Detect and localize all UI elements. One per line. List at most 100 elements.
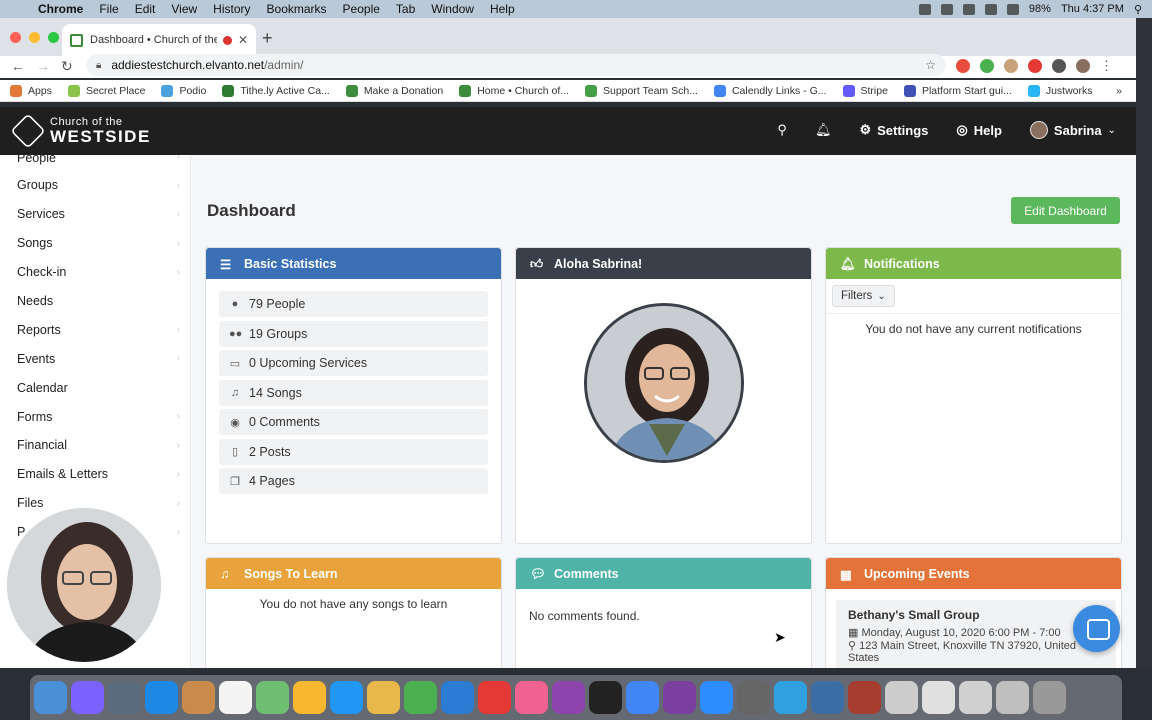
sidebar-item-calendar[interactable]: Calendar (0, 373, 190, 402)
stat-groups[interactable]: ●● 19 Groups (219, 320, 488, 347)
sidebar-item-forms[interactable]: Forms › (0, 402, 190, 431)
dock-app-icon[interactable] (1033, 681, 1066, 714)
dock-app-icon[interactable] (367, 681, 400, 714)
bookmark-justworks[interactable]: Justworks (1027, 84, 1093, 97)
stat-pages[interactable]: ❐ 4 Pages (219, 468, 488, 494)
menu-tab[interactable]: Tab (388, 2, 423, 16)
bookmark-tithely[interactable]: Tithe.ly Active Ca... (222, 84, 330, 97)
minimize-window-button[interactable] (29, 32, 40, 43)
dock-app-icon[interactable] (811, 681, 844, 714)
sidebar-item-songs[interactable]: Songs › (0, 229, 190, 258)
dock-app-icon[interactable] (293, 681, 326, 714)
bookmark-secret-place[interactable]: Secret Place (67, 84, 145, 97)
stat-services[interactable]: ▭ 0 Upcoming Services (219, 350, 488, 376)
sidebar-item-needs[interactable]: Needs (0, 287, 190, 316)
dock-app-icon[interactable] (256, 681, 289, 714)
event-title[interactable]: Bethany's Small Group (848, 608, 1104, 622)
puzzle-icon[interactable] (1052, 59, 1066, 73)
bookmark-star-icon[interactable]: ☆ (925, 58, 936, 72)
dock-app-icon[interactable] (34, 681, 67, 714)
sidebar-item-reports[interactable]: Reports › (0, 315, 190, 344)
filters-dropdown[interactable]: Filters ⌄ (832, 285, 895, 307)
battery-level[interactable]: 98% (1029, 3, 1051, 15)
bookmark-podio[interactable]: Podio (161, 84, 206, 97)
user-menu[interactable]: Sabrina ⌄ (1029, 121, 1116, 139)
dock-app-icon[interactable] (774, 681, 807, 714)
dock-app-icon[interactable] (478, 681, 511, 714)
dock-app-icon[interactable] (663, 681, 696, 714)
stat-songs[interactable]: ♫ 14 Songs (219, 379, 488, 406)
chat-launcher-button[interactable] (1073, 605, 1120, 652)
dock-app-icon[interactable] (700, 681, 733, 714)
sidebar-item-groups[interactable]: Groups › (0, 171, 190, 200)
dock-app-icon[interactable] (71, 681, 104, 714)
dock-app-icon[interactable] (996, 681, 1029, 714)
sidebar-item-emails-letters[interactable]: Emails & Letters › (0, 460, 190, 489)
bell-icon[interactable]: 🔔︎ (815, 122, 832, 138)
dock-app-icon[interactable] (145, 681, 178, 714)
menu-people[interactable]: People (335, 2, 388, 16)
microphone-icon[interactable] (918, 3, 931, 15)
menu-app-name[interactable]: Chrome (30, 2, 91, 16)
spotlight-icon[interactable]: ⚲ (1134, 3, 1142, 16)
sidebar-item-financial[interactable]: Financial › (0, 431, 190, 460)
volume-icon[interactable] (1006, 3, 1019, 15)
sidebar-item-check-in[interactable]: Check-in › (0, 258, 190, 287)
video-icon[interactable] (940, 3, 953, 15)
extension-icon[interactable] (1028, 59, 1042, 73)
dock-app-icon[interactable] (219, 681, 252, 714)
close-window-button[interactable] (10, 32, 21, 43)
profile-avatar[interactable] (1076, 59, 1090, 73)
dock-app-icon[interactable] (182, 681, 215, 714)
sidebar-item-people[interactable]: People › (0, 155, 190, 165)
stat-comments[interactable]: ◉ 0 Comments (219, 409, 488, 435)
help-link[interactable]: ◎ Help (956, 122, 1002, 138)
dock-app-icon[interactable] (404, 681, 437, 714)
reload-icon[interactable]: ↻ (61, 58, 73, 75)
church-logo[interactable]: Church of the WESTSIDE (10, 113, 151, 149)
search-icon[interactable]: ⚲ (777, 122, 787, 138)
dock-app-icon[interactable] (441, 681, 474, 714)
maximize-window-button[interactable] (48, 32, 59, 43)
dock-app-icon[interactable] (552, 681, 585, 714)
menu-file[interactable]: File (91, 2, 126, 16)
bookmark-home-church[interactable]: Home • Church of... (459, 84, 569, 97)
menu-bookmarks[interactable]: Bookmarks (259, 2, 335, 16)
browser-menu-icon[interactable]: ⋮ (1100, 58, 1113, 74)
bookmark-donation[interactable]: Make a Donation (345, 84, 443, 97)
edit-dashboard-button[interactable]: Edit Dashboard (1011, 197, 1120, 224)
close-tab-icon[interactable]: ✕ (238, 33, 248, 47)
bookmark-stripe[interactable]: Stripe (842, 84, 888, 97)
menu-clock[interactable]: Thu 4:37 PM (1061, 3, 1124, 15)
bookmark-platform-start[interactable]: Platform Start gui... (903, 84, 1012, 97)
dock-app-icon[interactable] (626, 681, 659, 714)
dock-app-icon[interactable] (108, 681, 141, 714)
new-tab-button[interactable]: + (262, 28, 273, 49)
bookmark-calendly[interactable]: Calendly Links - G... (713, 84, 827, 97)
bookmark-support-team[interactable]: Support Team Sch... (585, 84, 698, 97)
sidebar-item-services[interactable]: Services › (0, 200, 190, 229)
dock-app-icon[interactable] (959, 681, 992, 714)
menu-view[interactable]: View (163, 2, 205, 16)
bluetooth-icon[interactable] (962, 3, 975, 15)
dock-app-icon[interactable] (848, 681, 881, 714)
extension-icon[interactable] (1004, 59, 1018, 73)
forward-arrow-icon[interactable]: → (36, 58, 50, 74)
settings-link[interactable]: ⚙ Settings (859, 122, 928, 138)
bookmarks-overflow-icon[interactable]: » (1116, 85, 1122, 97)
wifi-icon[interactable] (984, 3, 997, 15)
stat-people[interactable]: ● 79 People (219, 291, 488, 317)
dock-app-icon[interactable] (515, 681, 548, 714)
dock-app-icon[interactable] (330, 681, 363, 714)
menu-edit[interactable]: Edit (127, 2, 164, 16)
dock-app-icon[interactable] (922, 681, 955, 714)
back-arrow-icon[interactable]: ← (11, 58, 25, 74)
bookmark-apps[interactable]: Apps (10, 84, 52, 97)
dock-app-icon[interactable] (589, 681, 622, 714)
dock-app-icon[interactable] (737, 681, 770, 714)
menu-help[interactable]: Help (482, 2, 523, 16)
dock-app-icon[interactable] (885, 681, 918, 714)
menu-history[interactable]: History (205, 2, 258, 16)
extension-icon[interactable] (956, 59, 970, 73)
menu-window[interactable]: Window (423, 2, 482, 16)
